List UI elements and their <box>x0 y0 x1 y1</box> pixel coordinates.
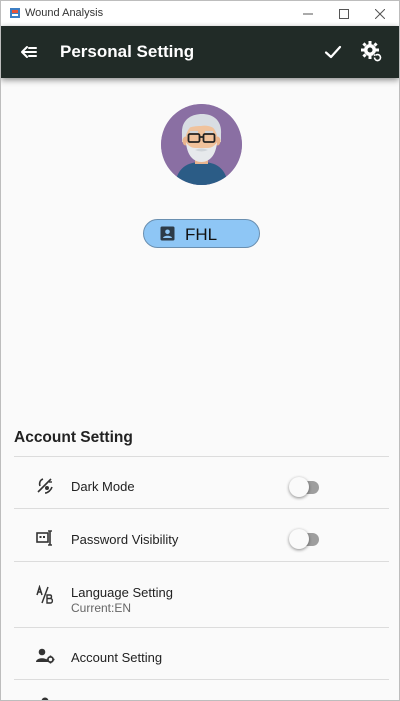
close-icon <box>375 8 385 19</box>
section-title: Account Setting <box>14 429 133 446</box>
avatar[interactable] <box>161 104 242 185</box>
maximize-icon <box>339 8 349 19</box>
maximize-button[interactable] <box>327 1 361 26</box>
dark-mode-toggle[interactable] <box>289 477 319 497</box>
account-settings-icon <box>36 648 55 664</box>
password-icon <box>36 530 52 546</box>
translate-icon <box>36 585 54 604</box>
password-visibility-toggle[interactable] <box>289 529 319 549</box>
window-title: Wound Analysis <box>25 7 104 19</box>
page-title: Personal Setting <box>60 42 195 61</box>
divider <box>14 561 389 562</box>
list-item-sublabel: Current:EN <box>71 601 132 615</box>
close-button[interactable] <box>363 1 397 26</box>
divider <box>14 456 389 457</box>
divider <box>14 627 389 628</box>
toggle-thumb <box>289 529 309 549</box>
list-item-label: Dark Mode <box>71 479 135 494</box>
minimize-icon <box>303 13 313 14</box>
divider <box>14 679 389 680</box>
list-item-label: Language Setting <box>71 585 173 600</box>
user-name-chip[interactable]: FHL <box>143 219 260 248</box>
minimize-button[interactable] <box>291 1 325 26</box>
dark-mode-icon <box>37 478 53 494</box>
app-bar: Personal Setting <box>1 26 399 78</box>
contact-card-icon <box>160 226 175 241</box>
list-item-label: Account Setting <box>71 650 163 665</box>
list-item-label: Password Visibility <box>71 532 179 547</box>
check-icon[interactable] <box>321 40 345 64</box>
window-titlebar: Wound Analysis <box>1 1 399 26</box>
app-window: Wound Analysis Personal Setting FHL Acco… <box>0 0 400 701</box>
app-icon <box>10 8 20 18</box>
elderly-man-avatar <box>161 104 242 185</box>
next-item-icon <box>41 697 49 700</box>
toggle-thumb <box>289 477 309 497</box>
gear-reset-icon[interactable] <box>359 39 385 65</box>
divider <box>14 508 389 509</box>
back-arrow-icon[interactable] <box>17 40 41 64</box>
user-name: FHL <box>185 225 218 244</box>
